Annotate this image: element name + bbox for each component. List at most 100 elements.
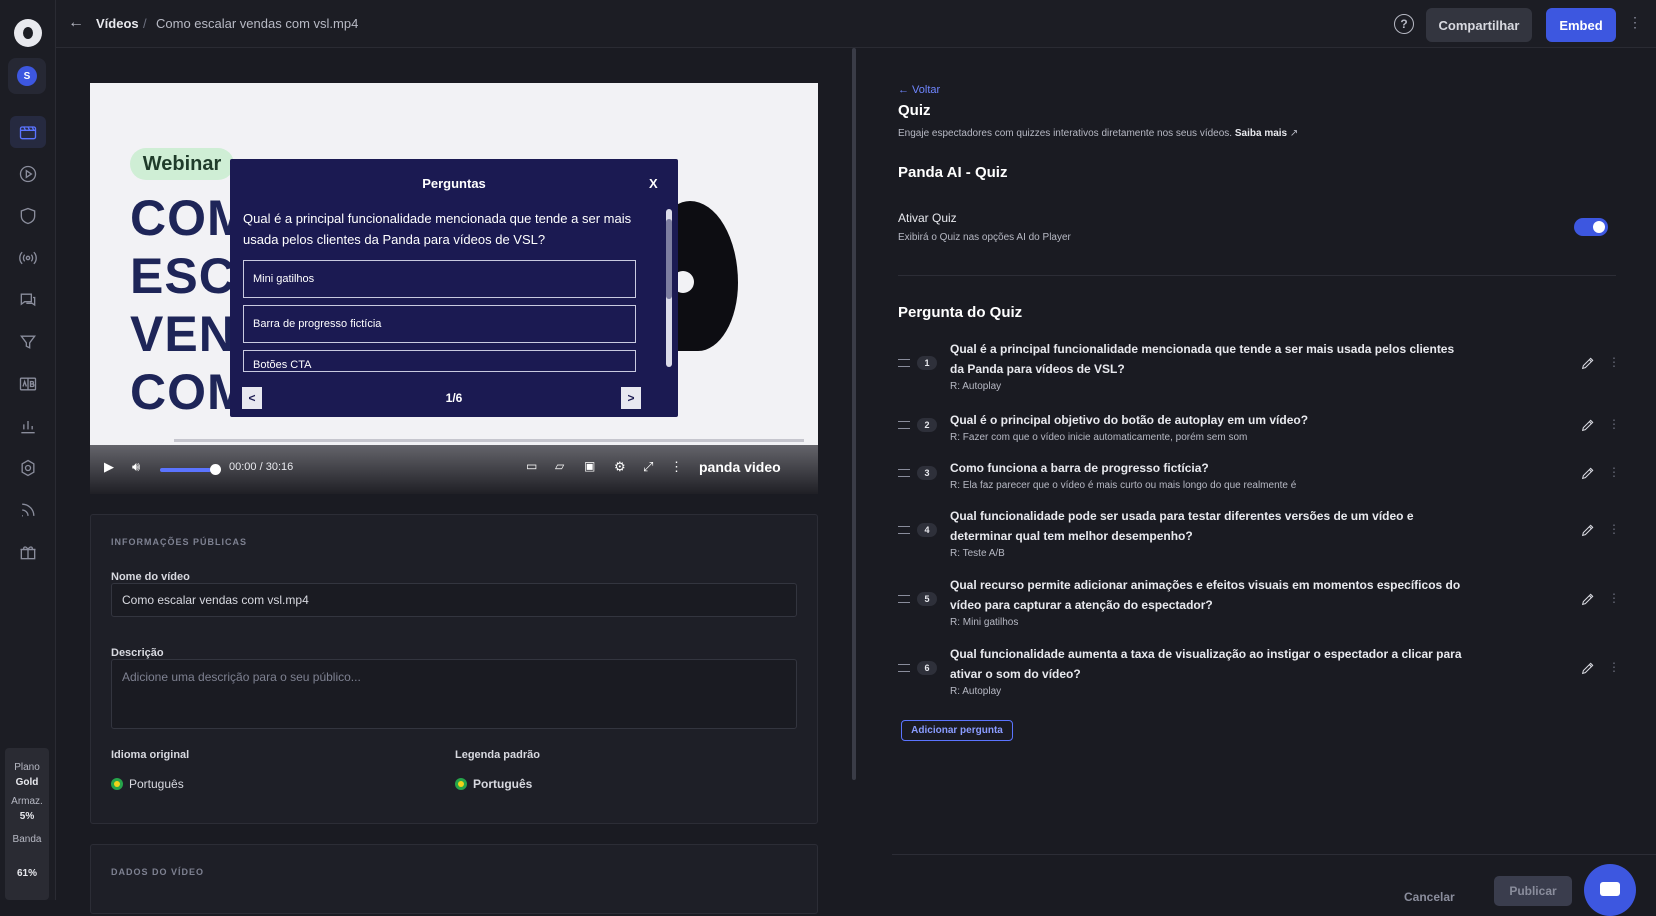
panda-ai-quiz-title: Panda AI - Quiz xyxy=(898,164,1008,181)
ab-test-icon[interactable] xyxy=(14,370,42,398)
analytics-icon[interactable] xyxy=(14,412,42,440)
quiz-pager: 1/6 xyxy=(445,391,463,405)
account-switcher[interactable]: S xyxy=(8,58,46,94)
share-button[interactable]: Compartilhar xyxy=(1426,8,1532,42)
drag-handle-icon[interactable] xyxy=(898,595,910,603)
divider xyxy=(898,275,1616,276)
next-question-button[interactable]: > xyxy=(621,387,641,409)
quiz-settings-pane: ← Voltar Quiz Engaje espectadores com qu… xyxy=(856,48,1656,916)
drag-handle-icon[interactable] xyxy=(898,421,910,429)
row-more-icon[interactable]: ⋮ xyxy=(1608,465,1620,479)
help-icon[interactable]: ? xyxy=(1394,14,1414,34)
fullscreen-icon[interactable]: ⤢ xyxy=(643,459,653,475)
question-text: Qual é a principal funcionalidade mencio… xyxy=(950,342,1455,376)
ai-chip-icon[interactable]: ▣ xyxy=(584,459,595,473)
settings-gear-icon[interactable]: ⚙︎ xyxy=(614,459,626,475)
quiz-option[interactable]: Mini gatilhos xyxy=(243,260,636,298)
subtitle-select[interactable]: Português xyxy=(455,777,532,791)
row-more-icon[interactable]: ⋮ xyxy=(1608,591,1620,605)
video-progress-fill xyxy=(104,439,174,442)
breadcrumb-current: Como escalar vendas com vsl.mp4 xyxy=(156,16,359,31)
quiz-option[interactable]: Botões CTA xyxy=(243,350,636,372)
close-icon[interactable]: X xyxy=(649,176,658,191)
back-arrow-icon[interactable]: ← xyxy=(68,14,84,32)
time-display: 00:00 / 30:16 xyxy=(229,461,293,473)
pencil-icon[interactable] xyxy=(1580,465,1596,481)
quiz-title: Quiz xyxy=(898,102,931,119)
support-chat-icon[interactable] xyxy=(1584,864,1636,916)
footer-divider xyxy=(892,854,1656,855)
volume-knob[interactable] xyxy=(210,464,221,475)
more-options-icon[interactable]: ⋮ xyxy=(1628,14,1642,31)
funnel-icon[interactable] xyxy=(14,328,42,356)
subtitle-value: Português xyxy=(473,777,533,791)
rss-icon[interactable] xyxy=(14,496,42,524)
play-icon[interactable]: ▶ xyxy=(104,459,114,475)
volume-icon[interactable]: 🔊︎ xyxy=(132,459,140,475)
quiz-popup-scroll-thumb[interactable] xyxy=(666,219,672,299)
chat-icon[interactable] xyxy=(14,286,42,314)
captions-icon[interactable]: ▭ xyxy=(526,459,537,473)
player-more-icon[interactable]: ⋮ xyxy=(670,459,683,475)
panda-logo-icon[interactable] xyxy=(14,19,42,47)
play-icon[interactable] xyxy=(14,160,42,188)
plan-usage-panel[interactable]: Plano Gold Armaz. 5% Banda 61% xyxy=(5,748,49,900)
question-answer: R: Autoplay xyxy=(950,686,1002,697)
plan-name: Gold xyxy=(15,777,39,788)
learn-more-link[interactable]: Saiba mais xyxy=(1235,128,1287,139)
question-number: 6 xyxy=(917,661,937,675)
video-progress-bar[interactable] xyxy=(104,439,804,442)
pencil-icon[interactable] xyxy=(1580,591,1596,607)
volume-slider[interactable] xyxy=(160,468,211,472)
question-answer: R: Teste A/B xyxy=(950,548,1005,559)
video-player[interactable]: Webinar COM ESC VEN COM VSL ▶ 🔊︎ 00:00 /… xyxy=(90,83,818,494)
video-name-input[interactable]: Como escalar vendas com vsl.mp4 xyxy=(111,583,797,617)
pencil-icon[interactable] xyxy=(1580,355,1596,371)
live-icon[interactable] xyxy=(14,244,42,272)
row-more-icon[interactable]: ⋮ xyxy=(1608,355,1620,369)
quiz-option[interactable]: Barra de progresso fictícia xyxy=(243,305,636,343)
pencil-icon[interactable] xyxy=(1580,522,1596,538)
quiz-popup: Perguntas X Qual é a principal funcional… xyxy=(230,159,678,417)
avatar[interactable]: S xyxy=(17,66,37,86)
shield-icon[interactable] xyxy=(14,202,42,230)
webinar-tag: Webinar xyxy=(130,148,234,180)
question-answer: R: Autoplay xyxy=(950,381,1002,392)
activate-quiz-hint: Exibirá o Quiz nas opções AI do Player xyxy=(898,232,1071,243)
drag-handle-icon[interactable] xyxy=(898,526,910,534)
external-link-icon[interactable]: ↗ xyxy=(1290,128,1298,139)
band-label: Banda xyxy=(12,834,42,845)
question-text: Qual funcionalidade aumenta a taxa de vi… xyxy=(950,647,1462,681)
question-answer: R: Fazer com que o vídeo inicie automati… xyxy=(950,432,1248,443)
pencil-icon[interactable] xyxy=(1580,660,1596,676)
quiz-chat-icon[interactable]: ▱ xyxy=(555,459,564,473)
videos-icon[interactable] xyxy=(10,116,46,148)
drag-handle-icon[interactable] xyxy=(898,664,910,672)
activate-quiz-toggle[interactable] xyxy=(1574,218,1608,236)
video-data-section-label: DADOS DO VÍDEO xyxy=(111,867,205,877)
topbar: ← Vídeos / Como escalar vendas com vsl.m… xyxy=(56,0,1656,48)
gift-icon[interactable] xyxy=(14,538,42,566)
question-text: Qual recurso permite adicionar animações… xyxy=(950,578,1461,612)
description-textarea[interactable]: Adicione uma descrição para o seu públic… xyxy=(111,659,797,729)
add-question-button[interactable]: Adicionar pergunta xyxy=(901,720,1013,741)
subtitle-label: Legenda padrão xyxy=(455,749,540,761)
publish-button[interactable]: Publicar xyxy=(1494,876,1572,906)
breadcrumb-videos[interactable]: Vídeos xyxy=(96,16,139,31)
question-text: Qual funcionalidade pode ser usada para … xyxy=(950,509,1414,543)
drag-handle-icon[interactable] xyxy=(898,469,910,477)
drag-handle-icon[interactable] xyxy=(898,359,910,367)
pencil-icon[interactable] xyxy=(1580,417,1596,433)
question-number: 1 xyxy=(917,356,937,370)
cancel-button[interactable]: Cancelar xyxy=(1404,890,1455,904)
question-answer: R: Mini gatilhos xyxy=(950,617,1019,628)
settings-icon[interactable] xyxy=(14,454,42,482)
video-title-line-2: ESC xyxy=(130,248,236,304)
original-language-label: Idioma original xyxy=(111,749,190,761)
row-more-icon[interactable]: ⋮ xyxy=(1608,522,1620,536)
original-language-select[interactable]: Português xyxy=(111,777,184,791)
back-link[interactable]: ← Voltar xyxy=(898,84,940,96)
embed-button[interactable]: Embed xyxy=(1546,8,1616,42)
row-more-icon[interactable]: ⋮ xyxy=(1608,660,1620,674)
row-more-icon[interactable]: ⋮ xyxy=(1608,417,1620,431)
